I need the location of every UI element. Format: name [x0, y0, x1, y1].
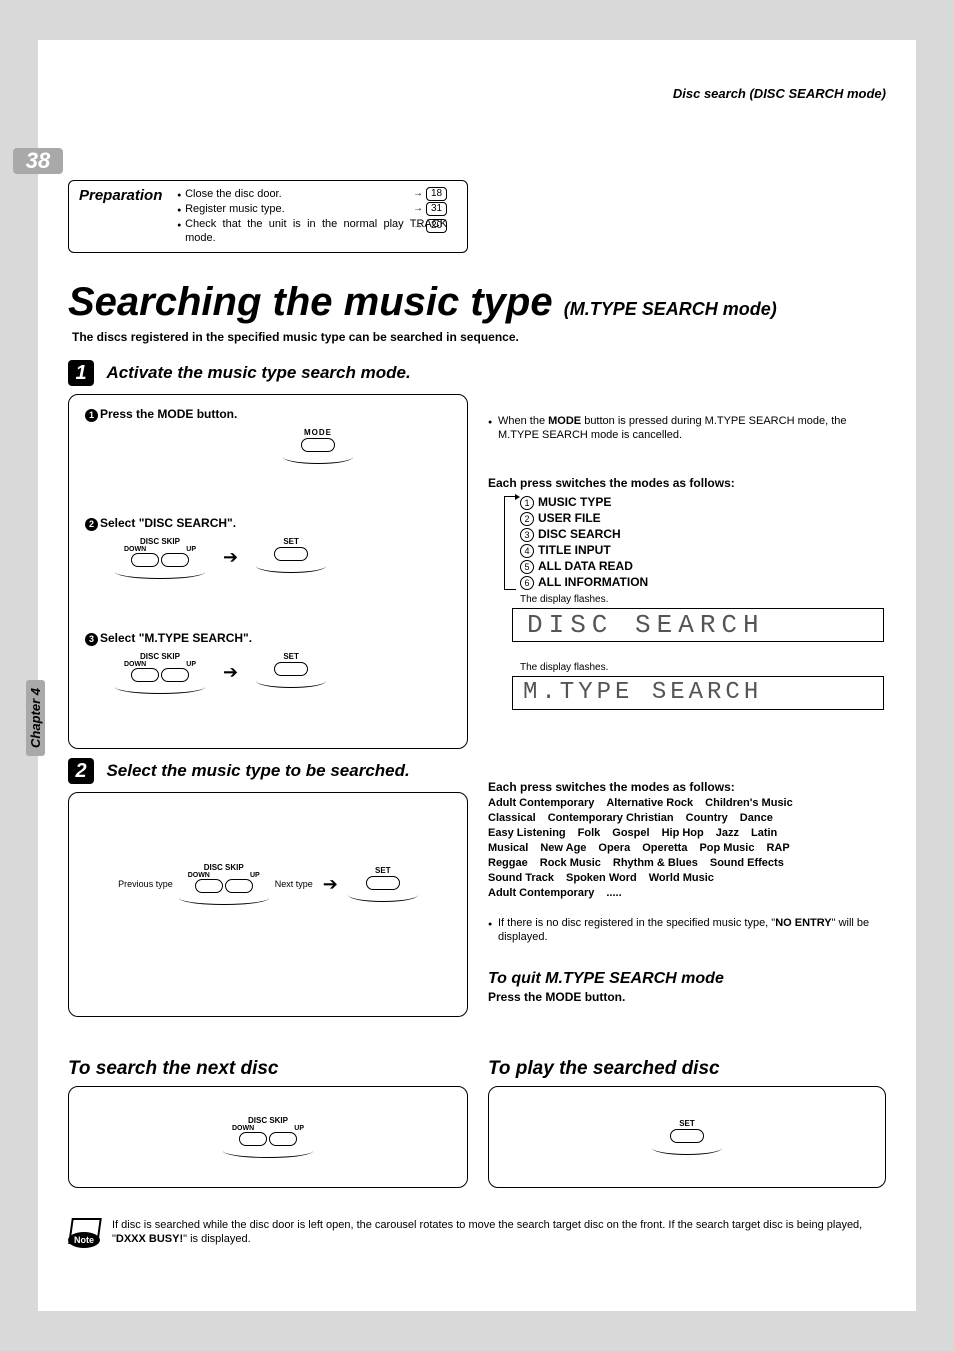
prev-type-label: Previous type	[118, 879, 173, 889]
display-flash-label: The display flashes.	[520, 594, 608, 605]
intro-text: The discs registered in the specified mu…	[72, 330, 519, 344]
substep-badge: 3	[85, 633, 98, 646]
substep-badge: 2	[85, 518, 98, 531]
set-button-icon: SET	[256, 652, 326, 688]
genres-switch-title: Each press switches the modes as follows…	[488, 780, 735, 794]
step1-panel: 1Press the MODE button. MODE 2Select "DI…	[68, 394, 468, 749]
lcd-display: DISC SEARCH	[512, 608, 884, 642]
mode-item: 5ALL DATA READ	[520, 558, 648, 574]
arrow-right-icon: ➔	[223, 537, 238, 577]
prep-item: Check that the unit is in the normal pla…	[177, 217, 447, 245]
search-next-heading: To search the next disc	[68, 1058, 278, 1080]
preparation-title: Preparation	[79, 187, 174, 204]
lcd-display: M.TYPE SEARCH	[512, 676, 884, 710]
page-ref: 18	[426, 187, 447, 201]
prep-item: Register music type.31	[177, 202, 447, 216]
mode-item: 2USER FILE	[520, 510, 648, 526]
prep-item: Close the disc door.18	[177, 187, 447, 201]
mode-item: 4TITLE INPUT	[520, 542, 648, 558]
mode-cancel-note: When the MODE button is pressed during M…	[488, 414, 888, 442]
quit-instruction: Press the MODE button.	[488, 990, 625, 1004]
substep-2: 2Select "DISC SEARCH". DISC SKIP DOWNUP …	[85, 516, 451, 579]
modes-switch-title: Each press switches the modes as follows…	[488, 476, 735, 490]
disc-skip-icon: DISC SKIP DOWNUP	[179, 863, 269, 905]
step2-heading: 2 Select the music type to be searched.	[68, 758, 410, 784]
page-ref: 31	[426, 202, 447, 216]
quit-heading: To quit M.TYPE SEARCH mode	[488, 970, 724, 988]
set-button-icon: SET	[652, 1119, 722, 1155]
play-searched-panel: SET	[488, 1086, 886, 1188]
cycle-bracket-icon	[504, 496, 516, 590]
substep-1: 1Press the MODE button. MODE	[85, 407, 451, 464]
display-flash-label: The display flashes.	[520, 662, 608, 673]
search-next-panel: DISC SKIP DOWNUP	[68, 1086, 468, 1188]
substep-3: 3Select "M.TYPE SEARCH". DISC SKIP DOWNU…	[85, 631, 451, 694]
step-number-badge: 2	[68, 758, 94, 784]
main-subtitle: (M.TYPE SEARCH mode)	[564, 299, 777, 319]
mode-item: 6ALL INFORMATION	[520, 574, 648, 590]
mode-button-icon: MODE	[185, 428, 451, 464]
page-ref: 20	[426, 219, 447, 233]
note-badge-icon: Note	[68, 1216, 104, 1250]
manual-page: Disc search (DISC SEARCH mode) 38 Prepar…	[38, 40, 916, 1311]
disc-skip-icon: DISC SKIP DOWNUP	[115, 537, 205, 579]
substep-badge: 1	[85, 409, 98, 422]
disc-skip-icon: DISC SKIP DOWNUP	[223, 1116, 313, 1158]
footer-note: If disc is searched while the disc door …	[112, 1218, 892, 1246]
next-type-label: Next type	[275, 879, 313, 889]
chapter-tab: Chapter 4	[26, 680, 45, 756]
step-number-badge: 1	[68, 360, 94, 386]
main-heading: Searching the music type (M.TYPE SEARCH …	[68, 280, 777, 325]
no-entry-note: If there is no disc registered in the sp…	[488, 916, 888, 944]
page-number: 38	[13, 148, 63, 174]
mode-item: 3DISC SEARCH	[520, 526, 648, 542]
set-button-icon: SET	[256, 537, 326, 573]
set-button-icon: SET	[348, 866, 418, 902]
arrow-right-icon: ➔	[223, 652, 238, 692]
step2-panel: Previous type DISC SKIP DOWNUP Next type…	[68, 792, 468, 1017]
arrow-right-icon: ➔	[323, 864, 338, 904]
play-searched-heading: To play the searched disc	[488, 1058, 720, 1080]
modes-list: 1MUSIC TYPE 2USER FILE 3DISC SEARCH 4TIT…	[520, 494, 648, 590]
disc-skip-icon: DISC SKIP DOWNUP	[115, 652, 205, 694]
step1-heading: 1 Activate the music type search mode.	[68, 360, 411, 386]
preparation-box: Preparation Close the disc door.18 Regis…	[68, 180, 468, 253]
preparation-list: Close the disc door.18 Register music ty…	[177, 187, 447, 246]
genre-cycle: Adult ContemporaryAlternative RockChildr…	[488, 796, 898, 901]
header-breadcrumb: Disc search (DISC SEARCH mode)	[673, 86, 886, 101]
mode-item: 1MUSIC TYPE	[520, 494, 648, 510]
